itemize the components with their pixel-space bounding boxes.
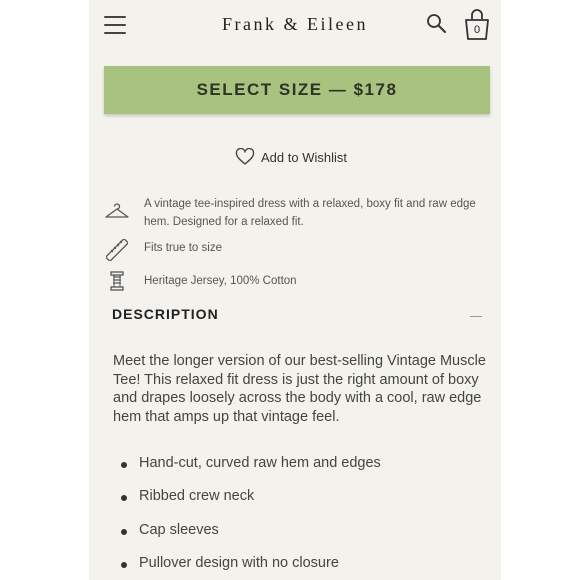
select-size-button[interactable]: SELECT SIZE — $178 <box>104 66 490 114</box>
feature-text: Fits true to size <box>144 242 222 254</box>
description-title: DESCRIPTION <box>112 306 219 322</box>
heart-icon <box>235 148 255 165</box>
bullet-text: Pullover design with no closure <box>139 554 339 571</box>
bullet-dot <box>121 495 127 502</box>
list-item: Ribbed crew neck <box>121 488 481 521</box>
feature-fabric: Heritage Jersey, 100% Cotton <box>104 271 297 291</box>
bullet-text: Ribbed crew neck <box>139 488 255 505</box>
bullet-dot <box>121 462 127 468</box>
description-body: Meet the longer version of our best-sell… <box>113 353 486 425</box>
description-bullet-list: Hand-cut, curved raw hem and edges Ribbe… <box>121 455 481 580</box>
bullet-text: Hand-cut, curved raw hem and edges <box>139 455 381 471</box>
cart-count-badge: 0 <box>473 24 481 36</box>
wishlist-label: Add to Wishlist <box>261 149 347 165</box>
list-item: Pullover design with no closure <box>121 555 481 580</box>
feature-size: Fits true to size <box>104 239 222 261</box>
thread-spool-icon <box>104 271 130 291</box>
list-item: Cap sleeves <box>121 522 481 555</box>
add-to-wishlist-button[interactable]: Add to Wishlist <box>235 147 347 167</box>
feature-fit: A vintage tee-inspired dress with a rela… <box>104 195 476 228</box>
product-screen: Frank & Eileen 0 SELECT SIZE — $178 Add … <box>89 0 501 580</box>
hanger-icon <box>104 203 130 221</box>
list-item: Hand-cut, curved raw hem and edges <box>121 455 481 488</box>
feature-text: Heritage Jersey, 100% Cotton <box>144 275 297 287</box>
search-icon[interactable] <box>426 13 448 35</box>
feature-text: A vintage tee-inspired dress with a rela… <box>144 198 476 228</box>
ruler-icon <box>104 239 130 261</box>
collapse-minus-icon[interactable] <box>470 316 482 317</box>
bullet-dot <box>121 561 127 568</box>
description-accordion-header[interactable]: DESCRIPTION <box>112 306 492 328</box>
bullet-dot <box>121 528 127 535</box>
site-header: Frank & Eileen 0 <box>89 0 501 56</box>
shopping-bag-icon[interactable]: 0 <box>462 9 492 41</box>
bullet-text: Cap sleeves <box>139 521 219 538</box>
